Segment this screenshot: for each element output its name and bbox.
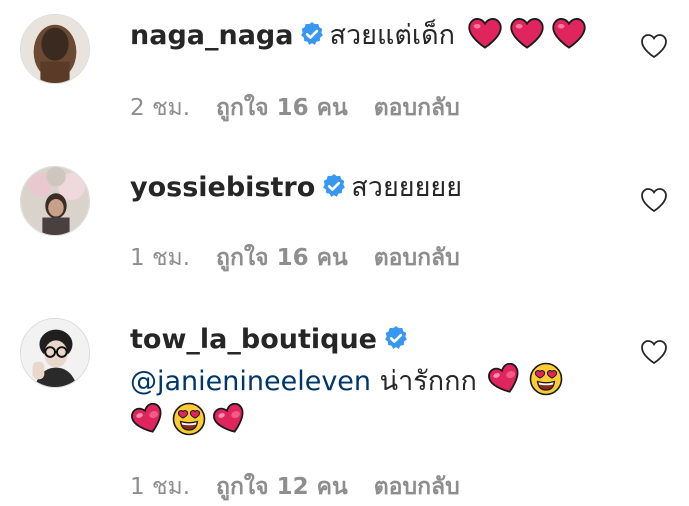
red-heart-icon — [467, 17, 503, 49]
comment-line: yossiebistro สวยยยยย — [130, 170, 462, 206]
reply-button[interactable]: ตอบกลับ — [374, 95, 460, 121]
comment-meta: 2 ชม. ถูกใจ 16 คน ตอบกลับ — [130, 90, 486, 126]
like-heart-icon[interactable] — [640, 33, 668, 59]
username[interactable]: naga_naga — [130, 20, 293, 51]
comment-time[interactable]: 2 ชม. — [130, 95, 190, 121]
reply-button[interactable]: ตอบกลับ — [374, 245, 460, 271]
comment-text: สวยแต่เด็ก — [329, 20, 455, 51]
avatar[interactable] — [20, 166, 90, 236]
like-heart-icon[interactable] — [640, 339, 668, 365]
avatar[interactable] — [20, 14, 90, 84]
comment-time[interactable]: 1 ชม. — [130, 245, 190, 271]
verified-badge-icon — [299, 21, 325, 47]
reply-button[interactable]: ตอบกลับ — [374, 474, 460, 500]
comment-text: สวยยยยย — [351, 172, 463, 203]
comment-time[interactable]: 1 ชม. — [130, 474, 190, 500]
sparkling-heart-icon — [130, 403, 166, 435]
comment-meta: 1 ชม. ถูกใจ 16 คน ตอบกลับ — [130, 240, 486, 276]
mention-link[interactable]: @janienineeleven — [130, 366, 371, 397]
sparkling-heart-icon — [212, 403, 248, 435]
like-count[interactable]: ถูกใจ 12 คน — [216, 474, 348, 500]
sparkling-heart-icon — [487, 363, 523, 395]
heart-eyes-face-icon — [529, 362, 563, 396]
verified-badge-icon — [383, 325, 409, 351]
comment-line: @janienineeleven น่ารักกก — [130, 362, 563, 400]
username[interactable]: yossiebistro — [130, 172, 315, 203]
comment-line: naga_naga สวยแต่เด็ก — [130, 17, 587, 54]
comment-line: tow_la_boutique — [130, 322, 413, 358]
heart-eyes-face-icon — [172, 402, 206, 436]
verified-badge-icon — [321, 173, 347, 199]
red-heart-icon — [551, 17, 587, 49]
like-count[interactable]: ถูกใจ 16 คน — [216, 95, 348, 121]
like-heart-icon[interactable] — [640, 187, 668, 213]
username[interactable]: tow_la_boutique — [130, 324, 377, 355]
comment-meta: 1 ชม. ถูกใจ 12 คน ตอบกลับ — [130, 469, 486, 505]
red-heart-icon — [509, 17, 545, 49]
like-count[interactable]: ถูกใจ 16 คน — [216, 245, 348, 271]
avatar[interactable] — [20, 318, 90, 388]
comment-text: น่ารักกก — [379, 366, 477, 397]
comment-line — [130, 402, 248, 440]
